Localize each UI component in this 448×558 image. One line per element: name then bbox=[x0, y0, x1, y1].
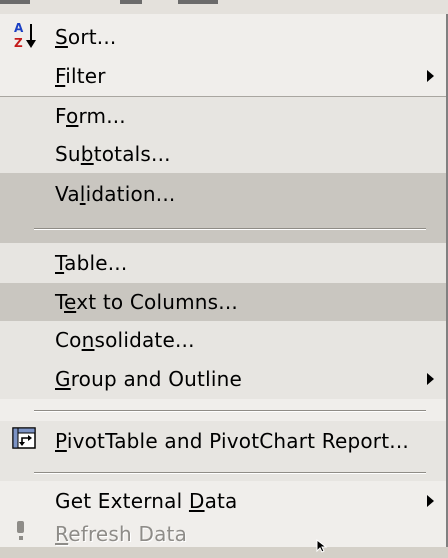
pivottable-label: PivotTable and PivotChart Report... bbox=[55, 429, 409, 453]
sort-label: Sort... bbox=[55, 25, 117, 49]
consolidate-label: Consolidate... bbox=[55, 328, 195, 352]
submenu-arrow-icon bbox=[427, 495, 434, 507]
menu-item-text-to-columns[interactable]: Text to Columns... bbox=[0, 283, 446, 321]
refresh-data-label: Refresh Data bbox=[55, 522, 188, 546]
text-to-columns-label: Text to Columns... bbox=[55, 290, 238, 314]
mouse-cursor-icon bbox=[316, 534, 330, 558]
menu-item-consolidate[interactable]: Consolidate... bbox=[0, 321, 446, 359]
submenu-arrow-icon bbox=[427, 373, 434, 385]
menu-item-sort[interactable]: A Z Sort... bbox=[0, 16, 446, 58]
svg-text:Z: Z bbox=[14, 36, 23, 50]
group-outline-label: Group and Outline bbox=[55, 367, 242, 391]
separator-band bbox=[0, 461, 446, 481]
menu-item-filter[interactable]: Filter bbox=[0, 58, 446, 94]
refresh-data-icon bbox=[12, 519, 30, 550]
toolbar-fragment bbox=[0, 0, 30, 4]
menu-item-group-outline[interactable]: Group and Outline bbox=[0, 359, 446, 399]
menu-item-table[interactable]: Table... bbox=[0, 243, 446, 283]
form-label: Form... bbox=[55, 104, 126, 128]
toolbar-fragment bbox=[178, 0, 218, 4]
menu-item-pivottable[interactable]: PivotTable and PivotChart Report... bbox=[0, 421, 446, 461]
separator bbox=[34, 472, 426, 474]
menu-item-form[interactable]: Form... bbox=[0, 97, 446, 135]
get-external-data-label: Get External Data bbox=[55, 489, 238, 513]
separator bbox=[34, 410, 426, 412]
validation-label: Validation... bbox=[55, 182, 176, 206]
menu-item-get-external-data[interactable]: Get External Data bbox=[0, 481, 446, 521]
toolbar-strip bbox=[0, 0, 448, 15]
menu-item-validation[interactable]: Validation... bbox=[0, 173, 446, 215]
toolbar-fragment bbox=[120, 0, 142, 4]
sort-ascending-az-icon: A Z bbox=[12, 20, 40, 55]
menu-item-refresh-data[interactable]: Refresh Data bbox=[0, 521, 446, 547]
filter-label: Filter bbox=[55, 64, 106, 88]
subtotals-label: Subtotals... bbox=[55, 142, 171, 166]
submenu-arrow-icon bbox=[427, 70, 434, 82]
data-menu: A Z Sort... Filter Form... Subtotals... … bbox=[0, 14, 448, 547]
svg-text:A: A bbox=[14, 21, 24, 35]
menu-item-subtotals[interactable]: Subtotals... bbox=[0, 135, 446, 173]
pivottable-icon bbox=[12, 426, 38, 456]
table-label: Table... bbox=[55, 251, 128, 275]
separator bbox=[34, 228, 426, 230]
